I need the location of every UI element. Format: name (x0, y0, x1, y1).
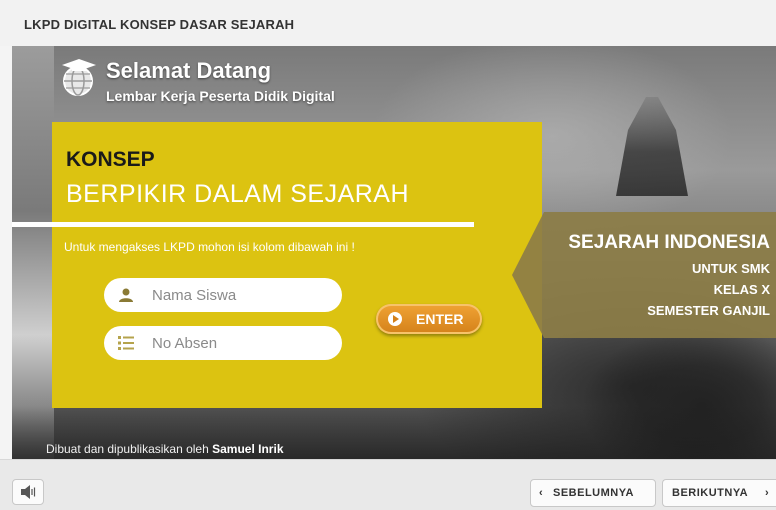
heading-divider (12, 222, 474, 227)
play-circle-icon (388, 312, 402, 326)
course-semester: SEMESTER GANJIL (647, 303, 770, 318)
course-title: SEJARAH INDONESIA (568, 232, 770, 253)
title-bar: LKPD DIGITAL KONSEP DASAR SEJARAH (0, 0, 776, 46)
app-window: LKPD DIGITAL KONSEP DASAR SEJARAH Selama… (0, 0, 776, 510)
credit-text: Dibuat dan dipublikasikan oleh Samuel In… (46, 442, 284, 456)
course-info-panel: SEJARAH INDONESIA UNTUK SMK KELAS X SEME… (512, 212, 776, 338)
bottom-toolbar: ‹ SEBELUMNYA BERIKUTNYA › (0, 459, 776, 510)
user-icon (119, 288, 133, 302)
credit-prefix: Dibuat dan dipublikasikan oleh (46, 442, 209, 456)
list-icon (118, 336, 134, 350)
course-audience: UNTUK SMK (692, 261, 770, 276)
chevron-right-icon: › (765, 487, 770, 499)
course-class: KELAS X (713, 282, 770, 297)
name-field-wrapper (104, 278, 342, 312)
enter-label: ENTER (416, 311, 464, 327)
app-title: LKPD DIGITAL KONSEP DASAR SEJARAH (24, 17, 295, 32)
absen-field-wrapper (104, 326, 342, 360)
login-panel: KONSEP BERPIKIR DALAM SEJARAH Untuk meng… (12, 122, 542, 408)
slide-stage: Selamat Datang Lembar Kerja Peserta Didi… (12, 46, 776, 459)
form-instruction: Untuk mengakses LKPD mohon isi kolom dib… (64, 240, 355, 254)
panel-heading-konsep: KONSEP (66, 148, 155, 171)
enter-button[interactable]: ENTER (376, 304, 482, 334)
name-input[interactable] (152, 278, 330, 312)
welcome-subtitle: Lembar Kerja Peserta Didik Digital (106, 88, 335, 104)
next-button[interactable]: BERIKUTNYA › (662, 479, 776, 507)
previous-label: SEBELUMNYA (553, 487, 634, 499)
volume-button[interactable] (12, 479, 44, 505)
welcome-title: Selamat Datang (106, 58, 272, 83)
credit-author: Samuel Inrik (212, 442, 284, 456)
absen-input[interactable] (152, 326, 330, 360)
chevron-left-icon: ‹ (539, 487, 544, 499)
speaker-icon (21, 485, 36, 499)
panel-heading-berpikir: BERPIKIR DALAM SEJARAH (66, 180, 410, 208)
background-photo-strip (12, 46, 54, 459)
previous-button[interactable]: ‹ SEBELUMNYA (530, 479, 656, 507)
globe-graduation-icon (62, 59, 96, 96)
next-label: BERIKUTNYA (672, 487, 749, 499)
